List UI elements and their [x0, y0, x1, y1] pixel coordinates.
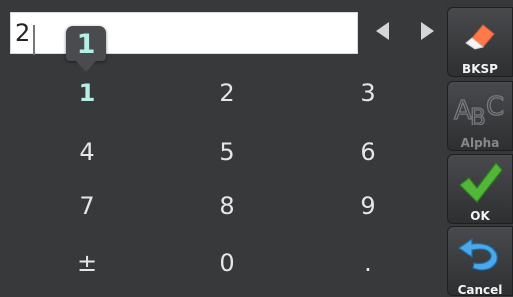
svg-text:C: C [486, 92, 504, 122]
cursor-left-arrow-icon[interactable] [376, 22, 389, 40]
undo-arrow-icon [448, 237, 512, 275]
svg-text:B: B [470, 105, 486, 125]
key-7[interactable]: 7 [42, 184, 132, 228]
key-8[interactable]: 8 [182, 184, 272, 228]
entry-value: 2 [15, 19, 31, 47]
key-9[interactable]: 9 [323, 184, 413, 228]
eraser-icon [448, 20, 512, 50]
text-cursor [33, 25, 35, 55]
key-5[interactable]: 5 [182, 130, 272, 174]
key-3[interactable]: 3 [323, 71, 413, 115]
key-1[interactable]: 1 [42, 71, 132, 115]
alpha-abc-icon: A B C [448, 91, 512, 125]
cursor-right-arrow-icon[interactable] [421, 22, 434, 40]
checkmark-icon [448, 160, 512, 204]
key-0[interactable]: 0 [182, 241, 272, 285]
ok-button[interactable]: OK [447, 154, 513, 224]
key-4[interactable]: 4 [42, 130, 132, 174]
key-plus-minus[interactable]: ± [42, 241, 132, 285]
entry-field[interactable]: 2 [10, 12, 358, 55]
alpha-button[interactable]: A B C Alpha [447, 81, 513, 151]
key-6[interactable]: 6 [323, 130, 413, 174]
alpha-label: Alpha [460, 136, 500, 150]
key-preview-digit: 1 [76, 29, 96, 60]
backspace-label: BKSP [462, 62, 498, 76]
key-decimal-point[interactable]: . [323, 241, 413, 285]
numeric-keypad-screen: 2 1 2 3 4 5 6 7 8 9 ± 0 . 1 BKSP A B C A… [0, 0, 513, 297]
key-preview-bubble: 1 [66, 26, 106, 72]
key-2[interactable]: 2 [182, 71, 272, 115]
cancel-label: Cancel [457, 283, 503, 297]
cancel-button[interactable]: Cancel [447, 226, 513, 297]
backspace-button[interactable]: BKSP [447, 7, 513, 77]
ok-label: OK [470, 209, 490, 223]
